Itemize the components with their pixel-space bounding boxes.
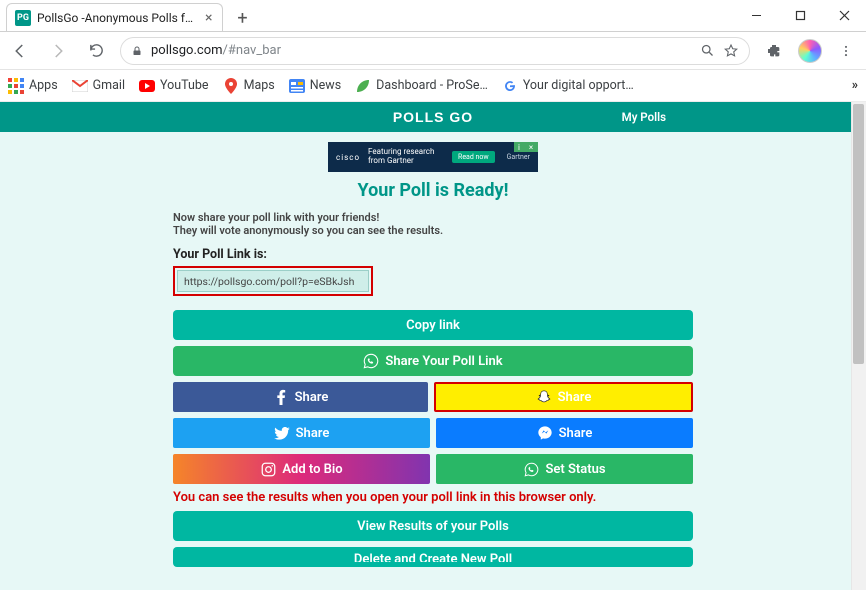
facebook-share-button[interactable]: Share [173, 382, 428, 412]
whatsapp-icon [523, 461, 539, 477]
page-viewport: POLLS GO My Polls cisco Featuring resear… [0, 102, 866, 590]
twitter-icon [274, 425, 290, 441]
brand-logo[interactable]: POLLS GO [393, 109, 473, 125]
sub-text-2: They will vote anonymously so you can se… [173, 224, 693, 237]
favicon: PG [15, 10, 31, 26]
poll-link-highlight: https://pollsgo.com/poll?p=eSBkJsh [173, 266, 373, 296]
bookmarks-overflow[interactable]: » [852, 78, 858, 93]
zoom-icon[interactable] [699, 43, 715, 59]
instagram-bio-button[interactable]: Add to Bio [173, 454, 430, 484]
ad-text: Featuring researchfrom Gartner [368, 148, 434, 166]
close-window-button[interactable] [822, 1, 866, 31]
dashboard-bookmark[interactable]: Dashboard - ProSe… [355, 78, 488, 94]
extensions-button[interactable] [760, 37, 788, 65]
google-icon [502, 78, 518, 94]
whatsapp-icon [363, 353, 379, 369]
ad-sponsor: Gartner [507, 153, 530, 161]
leaf-icon [355, 78, 371, 94]
bookmarks-bar: Apps Gmail YouTube Maps News Dashboard -… [0, 70, 866, 102]
back-button[interactable] [6, 37, 34, 65]
browser-warning-text: You can see the results when you open yo… [173, 490, 693, 505]
tab-strip: PG PollsGo -Anonymous Polls for W… × + [0, 0, 255, 31]
scrollbar[interactable] [851, 102, 866, 590]
url-text: pollsgo.com/#nav_bar [151, 43, 281, 58]
lock-icon [131, 45, 143, 57]
bookmark-label: Gmail [93, 78, 125, 93]
bookmark-label: Your digital opport… [523, 78, 634, 93]
site-navbar: POLLS GO My Polls [0, 102, 866, 132]
bookmark-label: News [310, 78, 341, 93]
tab-title: PollsGo -Anonymous Polls for W… [37, 11, 197, 25]
maximize-button[interactable] [778, 1, 822, 31]
whatsapp-share-button[interactable]: Share Your Poll Link [173, 346, 693, 376]
window-controls [734, 1, 866, 31]
messenger-icon [537, 425, 553, 441]
my-polls-link[interactable]: My Polls [622, 110, 666, 124]
gmail-icon [72, 78, 88, 94]
window-titlebar: PG PollsGo -Anonymous Polls for W… × + [0, 0, 866, 32]
star-icon[interactable] [723, 43, 739, 59]
maps-icon [223, 78, 239, 94]
new-tab-button[interactable]: + [229, 5, 255, 31]
browser-tab[interactable]: PG PollsGo -Anonymous Polls for W… × [6, 3, 223, 31]
kebab-menu-icon[interactable] [832, 37, 860, 65]
browser-toolbar: pollsgo.com/#nav_bar [0, 32, 866, 70]
snapchat-share-button[interactable]: Share [434, 382, 693, 412]
google-bookmark[interactable]: Your digital opport… [502, 78, 634, 94]
bookmark-label: Maps [244, 78, 275, 93]
news-bookmark[interactable]: News [289, 78, 341, 94]
poll-link-input[interactable]: https://pollsgo.com/poll?p=eSBkJsh [177, 270, 369, 292]
poll-link-label: Your Poll Link is: [173, 247, 693, 262]
minimize-button[interactable] [734, 1, 778, 31]
twitter-share-button[interactable]: Share [173, 418, 430, 448]
news-icon [289, 78, 305, 94]
reload-button[interactable] [82, 37, 110, 65]
apps-label: Apps [29, 78, 58, 93]
close-tab-icon[interactable]: × [203, 10, 214, 26]
ad-banner[interactable]: cisco Featuring researchfrom Gartner Rea… [328, 142, 538, 172]
apps-bookmark[interactable]: Apps [8, 78, 58, 94]
ad-close-icon[interactable]: × [524, 142, 538, 152]
youtube-icon [139, 78, 155, 94]
maps-bookmark[interactable]: Maps [223, 78, 275, 94]
instagram-icon [260, 461, 276, 477]
view-results-button[interactable]: View Results of your Polls [173, 511, 693, 541]
address-bar[interactable]: pollsgo.com/#nav_bar [120, 37, 750, 65]
facebook-icon [273, 389, 289, 405]
ad-vendor: cisco [336, 153, 360, 162]
ad-info-icon[interactable]: i [514, 142, 524, 152]
youtube-bookmark[interactable]: YouTube [139, 78, 209, 94]
snapchat-icon [536, 389, 552, 405]
bookmark-label: Dashboard - ProSe… [376, 78, 488, 93]
forward-button[interactable] [44, 37, 72, 65]
messenger-share-button[interactable]: Share [436, 418, 693, 448]
ad-cta[interactable]: Read now [452, 151, 495, 163]
gmail-bookmark[interactable]: Gmail [72, 78, 125, 94]
delete-poll-button[interactable]: Delete and Create New Poll [173, 547, 693, 567]
copy-link-button[interactable]: Copy link [173, 310, 693, 340]
main-content: cisco Featuring researchfrom Gartner Rea… [173, 142, 693, 583]
sub-text-1: Now share your poll link with your frien… [173, 211, 693, 224]
apps-icon [8, 78, 24, 94]
scrollbar-thumb[interactable] [853, 104, 864, 364]
whatsapp-status-button[interactable]: Set Status [436, 454, 693, 484]
profile-avatar[interactable] [798, 39, 822, 63]
bookmark-label: YouTube [160, 78, 209, 93]
page-headline: Your Poll is Ready! [173, 180, 693, 201]
